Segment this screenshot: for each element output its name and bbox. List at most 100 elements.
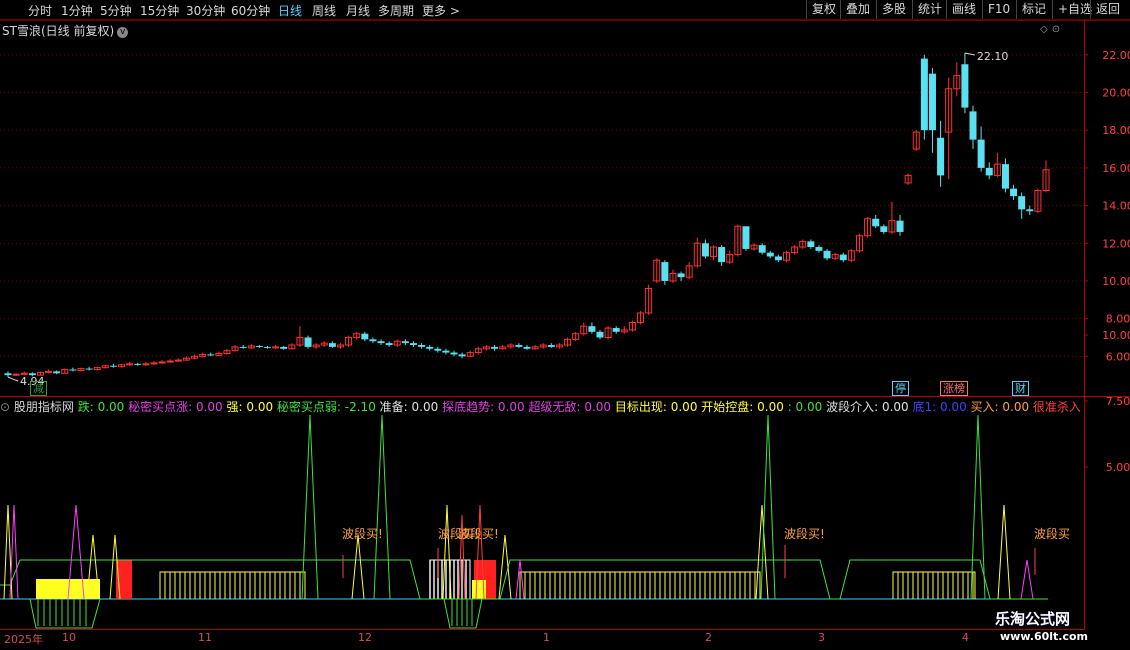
candle-body-40 — [328, 343, 336, 347]
indicator-value-14: 很准杀入: 0.00 — [1032, 400, 1080, 414]
candle-body-64 — [523, 346, 531, 349]
candle-body-121 — [985, 167, 993, 176]
candle-body-46 — [377, 341, 385, 344]
candle-body-49 — [401, 341, 409, 344]
candle-body-86 — [701, 243, 709, 257]
candle-body-29 — [239, 346, 247, 348]
candle-body-118 — [961, 64, 969, 108]
candle-body-114 — [928, 73, 936, 131]
time-label-3: 12 — [358, 631, 372, 644]
candle-body-15 — [126, 363, 134, 366]
candle-body-50 — [409, 343, 417, 346]
candle-body-126 — [1026, 209, 1034, 212]
signal-label-2: 波段买! — [458, 526, 499, 541]
candle-body-119 — [969, 111, 977, 140]
candle-body-52 — [426, 346, 434, 349]
candle-body-81 — [661, 262, 669, 281]
indicator-value-5: 准备: 0.00 — [375, 400, 439, 414]
indicator-value-8: 目标出现: 0.00 — [611, 400, 698, 414]
candle-body-31 — [255, 345, 263, 347]
candle-body-44 — [361, 333, 369, 340]
indicator-value-0: 股朋指标网 — [13, 400, 74, 414]
indicator-value-4: 秘密买点弱: -2.10 — [273, 400, 376, 414]
candle-body-5 — [45, 370, 53, 373]
candle-body-107 — [872, 218, 880, 227]
candle-body-123 — [1001, 164, 1009, 189]
candle-body-88 — [718, 247, 726, 263]
candle-body-124 — [1010, 188, 1018, 197]
candle-body-72 — [588, 326, 596, 332]
ind-tick-label-2: 5.00 — [1106, 461, 1130, 474]
candle-body-53 — [434, 348, 442, 351]
candle-body-60 — [491, 346, 499, 349]
time-label-5: 2 — [705, 631, 712, 644]
price-tick-label-6: 10.00 — [1102, 275, 1130, 288]
candle-body-120 — [977, 139, 985, 168]
indicator-value-13: 买入: 0.00 — [966, 400, 1030, 414]
event-badge-3[interactable]: 财 — [1012, 381, 1029, 396]
high-pointer — [964, 52, 976, 56]
candle-body-108 — [880, 226, 888, 232]
candle-body-10 — [85, 368, 93, 370]
green-trough-2 — [443, 598, 483, 629]
indicator-header: ⊙ 股朋指标网 跌: 0.00 秘密买点涨: 0.00 强: 0.00 秘密买点… — [0, 398, 1080, 414]
candle-body-37 — [304, 337, 312, 347]
indicator-value-10: : 0.00 — [783, 400, 823, 414]
price-tick-label-8: 6.00 — [1106, 350, 1130, 363]
indicator-value-6: 探底趋势: 0.00 — [438, 400, 525, 414]
candle-body-100 — [815, 247, 823, 251]
signal-label-3: 波段买! — [784, 526, 825, 541]
candle-body-33 — [272, 346, 280, 349]
candle-body-110 — [896, 220, 904, 232]
ind-tick-label-0: 10.00 — [1102, 329, 1130, 342]
candle-body-45 — [369, 339, 377, 342]
indicator-menu-icon[interactable]: ⊙ — [0, 400, 14, 414]
candle-body-103 — [839, 254, 847, 261]
watermark-url: www.60lt.com — [1000, 630, 1089, 643]
ind-spike-6 — [351, 534, 365, 600]
candle-body-13 — [109, 365, 117, 367]
candle-body-93 — [758, 245, 766, 253]
event-badge-2[interactable]: 涨榜 — [940, 381, 968, 396]
time-label-0: 2025年 — [4, 633, 43, 646]
candle-body-113 — [920, 58, 928, 131]
time-label-6: 3 — [818, 631, 825, 644]
ind-spike-17 — [1020, 559, 1034, 600]
indicator-value-1: 跌: 0.00 — [73, 400, 125, 414]
kline-chart[interactable]: 22.00 20.00 18.00 16.00 14.00 12.00 10.00 8.00 6… — [0, 0, 1130, 650]
candle-body-95 — [774, 256, 782, 261]
indicator-value-3: 强: 0.00 — [222, 400, 274, 414]
hatch-band-outline-0 — [159, 571, 306, 599]
event-badge-1[interactable]: 停 — [892, 381, 909, 396]
candle-body-54 — [442, 350, 450, 353]
indicator-value-7: 超级无敌: 0.00 — [524, 400, 612, 414]
time-label-2: 11 — [198, 631, 212, 644]
candle-body-47 — [385, 343, 393, 346]
price-tick-label-7: 8.00 — [1106, 313, 1130, 326]
indicator-value-11: 波段介入: 0.00 — [822, 400, 909, 414]
candle-body-91 — [742, 226, 750, 249]
ind-spike-16 — [997, 504, 1011, 600]
event-badge-0[interactable]: 减 — [30, 381, 47, 396]
candle-body-18 — [150, 362, 158, 365]
time-label-7: 4 — [962, 631, 969, 644]
candle-body-25 — [207, 354, 215, 356]
candle-body-94 — [766, 252, 774, 257]
candle-body-83 — [677, 273, 685, 278]
candle-body-73 — [596, 331, 604, 338]
candle-body-0 — [4, 373, 12, 376]
green-trough-1 — [29, 598, 101, 629]
candle-body-67 — [547, 345, 555, 347]
time-label-4: 1 — [543, 631, 550, 644]
signal-label-4: 波段买 — [1034, 526, 1070, 541]
candle-body-32 — [264, 346, 271, 348]
candle-body-1 — [12, 373, 20, 376]
candle-body-16 — [134, 363, 142, 365]
price-tick-label-0: 22.00 — [1102, 49, 1130, 62]
candle-body-17 — [142, 363, 150, 366]
candle-body-34 — [280, 346, 288, 349]
indicator-value-2: 秘密买点涨: 0.00 — [124, 400, 223, 414]
candle-body-63 — [515, 345, 523, 347]
ind-spike-11 — [498, 534, 512, 600]
candle-body-125 — [1018, 196, 1026, 210]
